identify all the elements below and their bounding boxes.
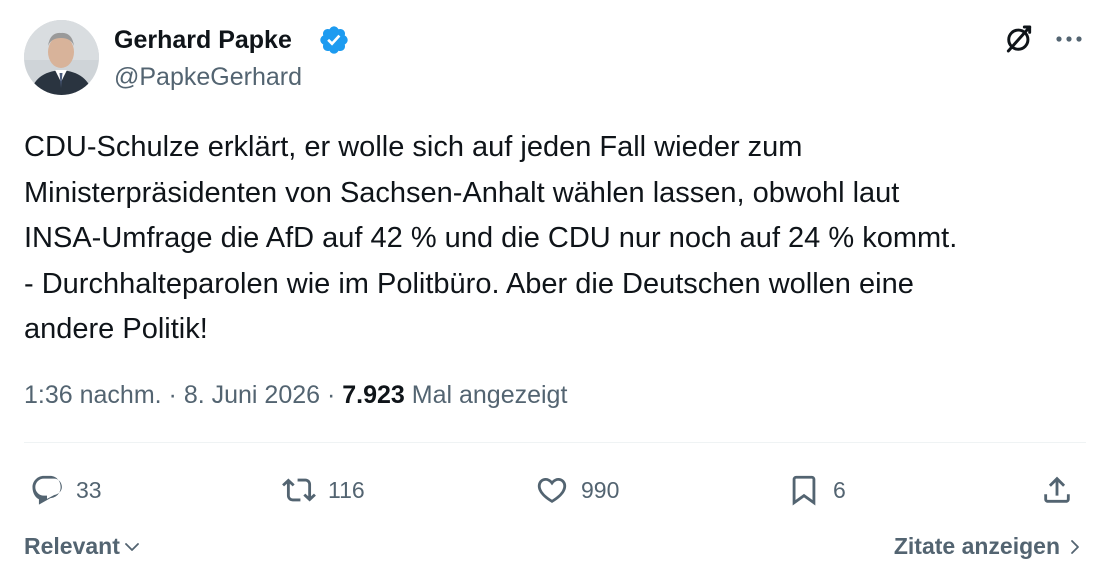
- bookmark-button[interactable]: 6: [787, 470, 846, 510]
- tweet-text-line: INSA-Umfrage die AfD auf 42 % und die CD…: [24, 222, 958, 254]
- divider: [24, 442, 1086, 443]
- like-button[interactable]: 990: [535, 470, 619, 510]
- tweet-text: CDU-Schulze erklärt, er wolle sich auf j…: [24, 125, 1084, 353]
- author-name[interactable]: Gerhard Papke: [114, 24, 292, 56]
- repost-button[interactable]: 116: [282, 470, 365, 510]
- author-handle[interactable]: @PapkeGerhard: [114, 61, 302, 93]
- reply-button[interactable]: 33: [30, 470, 102, 510]
- like-icon: [537, 477, 567, 503]
- meta-separator: ·: [320, 381, 343, 409]
- meta-separator: ·: [161, 381, 184, 409]
- tweet-time-link[interactable]: 1:36 nachm. · 8. Juni 2026: [24, 381, 320, 409]
- views-label: Mal angezeigt: [404, 381, 568, 409]
- share-icon: [1044, 476, 1070, 503]
- tweet-meta: 1:36 nachm. · 8. Juni 2026 · 7.923 Mal a…: [24, 377, 567, 413]
- views-count: 7.923: [342, 381, 405, 409]
- tweet-text-line: andere Politik!: [24, 313, 208, 345]
- avatar[interactable]: [24, 20, 99, 95]
- repost-count: 116: [328, 476, 365, 503]
- repost-icon: [282, 478, 316, 502]
- chevron-down-icon: [124, 542, 139, 551]
- grok-icon[interactable]: [1003, 23, 1035, 55]
- reply-icon: [32, 475, 62, 505]
- chevron-right-icon: [1071, 539, 1079, 554]
- bookmark-icon: [792, 475, 816, 506]
- view-quotes-link[interactable]: Zitate anzeigen: [894, 533, 1084, 560]
- quotes-label: Zitate anzeigen: [893, 533, 1060, 559]
- bookmark-count: 6: [833, 476, 846, 503]
- like-count: 990: [581, 476, 620, 503]
- tweet-date: 8. Juni 2026: [183, 381, 321, 409]
- avatar-image: [24, 20, 99, 95]
- sort-relevant-button[interactable]: Relevant: [24, 533, 142, 560]
- share-button[interactable]: [1040, 470, 1074, 510]
- tweet-text-line: - Durchhalteparolen wie im Politbüro. Ab…: [24, 267, 914, 300]
- sort-label: Relevant: [24, 533, 120, 559]
- reply-count: 33: [76, 476, 102, 503]
- tweet-text-line: Ministerpräsidenten von Sachsen-Anhalt w…: [24, 176, 900, 209]
- tweet-time: 1:36 nachm.: [24, 381, 162, 409]
- more-icon[interactable]: [1054, 27, 1084, 51]
- verified-badge-icon: [320, 26, 348, 54]
- tweet-text-line: CDU-Schulze erklärt, er wolle sich auf j…: [24, 131, 803, 163]
